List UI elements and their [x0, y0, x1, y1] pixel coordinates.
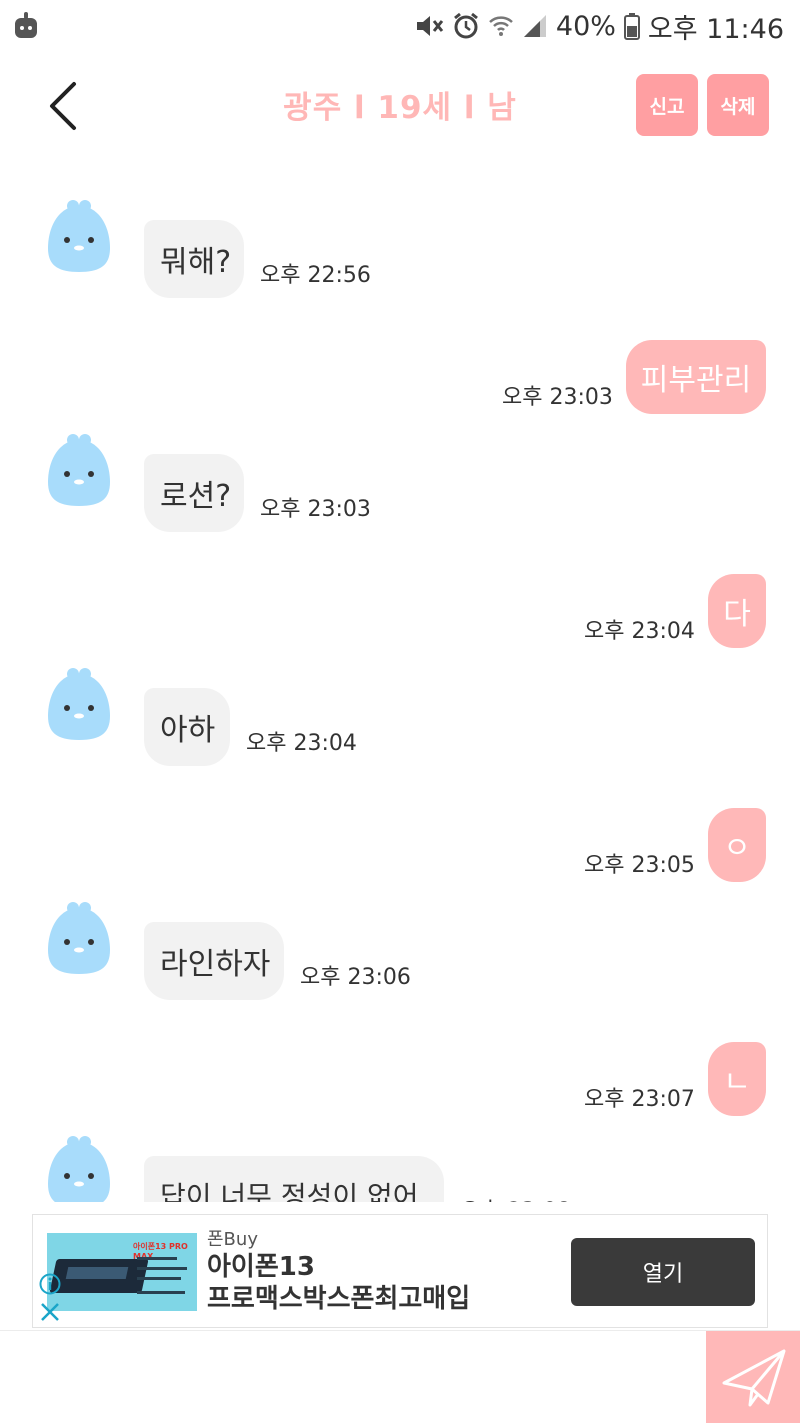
ad-brand: 폰Buy [207, 1229, 258, 1250]
message-text: 라인하자 [160, 947, 271, 982]
message-bubble-incoming[interactable]: 라인하자 [144, 922, 284, 1000]
message-bubble-incoming[interactable]: 아하 [144, 688, 230, 766]
delete-button[interactable]: 삭제 [707, 74, 769, 136]
status-bar: 40% 오후 11:46 [0, 0, 800, 52]
ad-line-1: 아이폰13 [207, 1252, 315, 1282]
message-time: 오후 23:04 [246, 731, 357, 756]
message-bubble-outgoing[interactable]: ㄴ [708, 1042, 766, 1116]
ad-banner[interactable]: 아이폰13 PRO MAX 폰Buy 아이폰13 프로맥스박스폰최고매입 열기 [32, 1214, 768, 1328]
message-text: 아하 [160, 713, 216, 748]
message-input-bar [0, 1330, 800, 1423]
avatar-icon[interactable] [46, 900, 112, 976]
ad-image-line [137, 1277, 181, 1280]
avatar-icon[interactable] [46, 666, 112, 742]
ad-image[interactable]: 아이폰13 PRO MAX [47, 1233, 197, 1311]
page-title: 광주 l 19세 l 남 [283, 90, 517, 126]
wifi-icon [489, 16, 513, 36]
status-time: 오후 11:46 [647, 13, 784, 45]
message-time: 오후 23:03 [502, 385, 613, 410]
message-bubble-outgoing[interactable]: ㅇ [708, 808, 766, 882]
message-text: ㄴ [723, 1065, 751, 1100]
message-bubble-outgoing[interactable]: 피부관리 [626, 340, 766, 414]
back-chevron-icon[interactable] [40, 78, 90, 134]
message-text: 다 [723, 597, 751, 632]
ad-image-line [137, 1291, 185, 1294]
info-icon[interactable] [39, 1273, 61, 1295]
message-time: 오후 23:05 [584, 853, 695, 878]
message-time: 오후 23:08 [460, 1193, 571, 1202]
app-icon [15, 12, 37, 38]
message-bubble-incoming[interactable]: 답이 너무 정성이 없어 [144, 1156, 444, 1202]
message-bubble-incoming[interactable]: 로션? [144, 454, 244, 532]
signal-icon [523, 15, 546, 37]
message-time: 오후 23:04 [584, 619, 695, 644]
avatar-icon[interactable] [46, 198, 112, 274]
ad-image-line [137, 1257, 177, 1260]
message-text: ㅇ [723, 831, 751, 866]
message-text: 답이 너무 정성이 없어 [160, 1180, 419, 1202]
avatar-icon[interactable] [46, 1134, 112, 1202]
message-time: 오후 23:07 [584, 1087, 695, 1112]
avatar-icon[interactable] [46, 432, 112, 508]
battery-icon [623, 13, 640, 40]
message-text: 뭐해? [160, 245, 232, 280]
ad-headline: 아이폰13 프로맥스박스폰최고매입 [207, 1251, 470, 1315]
mute-icon [416, 16, 444, 36]
chat-header: 광주 l 19세 l 남 신고 삭제 [0, 60, 800, 160]
ad-open-button[interactable]: 열기 [571, 1238, 755, 1306]
ad-image-line [137, 1267, 187, 1270]
alarm-icon [453, 12, 478, 39]
chat-messages[interactable]: 뭐해? 오후 22:56 피부관리 오후 23:03 로션? 오후 23:03 … [0, 160, 800, 1202]
message-time: 오후 22:56 [260, 263, 371, 288]
ad-line-2: 프로맥스박스폰최고매입 [207, 1284, 471, 1314]
report-button[interactable]: 신고 [636, 74, 698, 136]
message-bubble-outgoing[interactable]: 다 [708, 574, 766, 648]
message-time: 오후 23:06 [300, 965, 411, 990]
close-icon[interactable] [39, 1301, 61, 1323]
paper-plane-icon [722, 1349, 786, 1407]
message-text: 로션? [160, 479, 232, 514]
send-button[interactable] [706, 1331, 800, 1423]
message-bubble-incoming[interactable]: 뭐해? [144, 220, 244, 298]
message-time: 오후 23:03 [260, 497, 371, 522]
message-text: 피부관리 [640, 363, 752, 398]
message-input[interactable] [0, 1331, 704, 1421]
ad-phone-detail [65, 1267, 129, 1279]
battery-percent: 40% [555, 10, 616, 42]
